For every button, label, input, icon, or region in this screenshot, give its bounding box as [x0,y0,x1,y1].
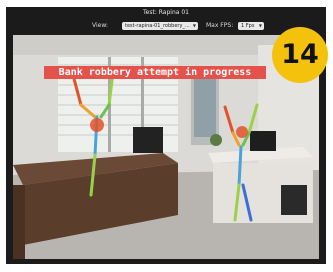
max-fps-select-value: 1 Fps [241,23,255,29]
max-fps-select[interactable]: 1 Fps ▼ [238,22,264,30]
window-title: Test: Rapina 01 [143,9,189,16]
view-label: View: [92,22,108,29]
chevron-down-icon: ▼ [192,23,196,28]
view-select[interactable]: test-rapina-01_robbery_... ▼ [122,22,198,30]
alert-banner: Bank robbery attempt in progress [44,66,266,79]
max-fps-label: Max FPS: [206,22,234,29]
number-badge: 14 [272,27,328,83]
toolbar: View: test-rapina-01_robbery_... ▼ Max F… [6,20,326,31]
video-frame: Bank robbery attempt in progress [13,35,319,259]
view-select-value: test-rapina-01_robbery_... [125,23,190,29]
chevron-down-icon: ▼ [258,23,262,28]
